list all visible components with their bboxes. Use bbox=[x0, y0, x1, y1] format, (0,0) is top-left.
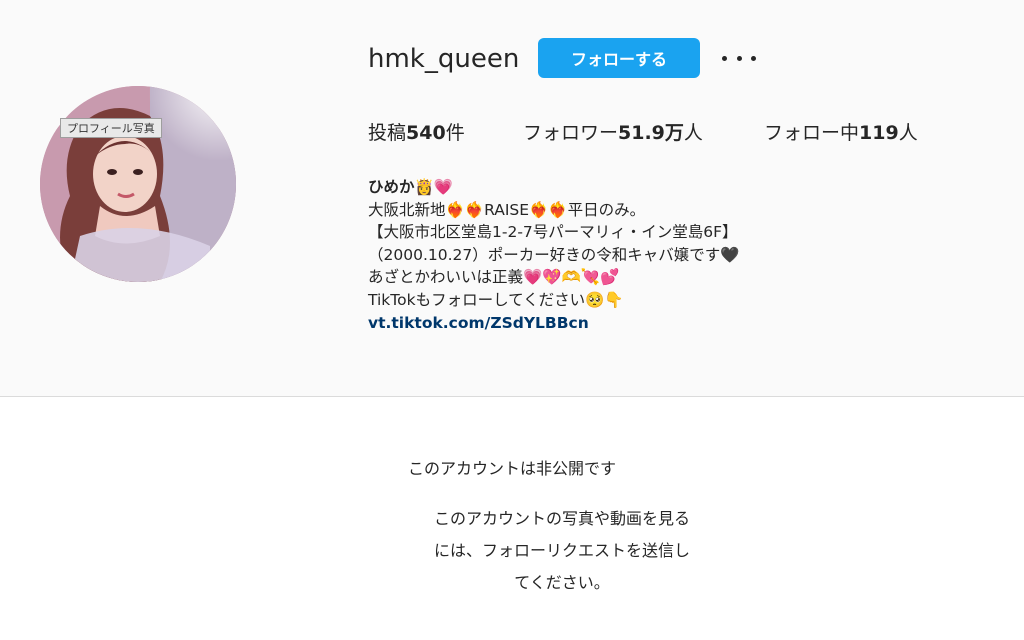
dot-icon bbox=[736, 55, 742, 61]
following-count[interactable]: フォロー中119人 bbox=[764, 118, 918, 145]
private-notice-line: には、フォローリクエストを送信し bbox=[433, 541, 690, 560]
bio-line: あざとかわいいは正義💗💖🫶💘💕 bbox=[368, 268, 620, 287]
posts-value: 540 bbox=[406, 122, 446, 144]
posts-label: 投稿 bbox=[368, 122, 407, 144]
more-options-icon[interactable] bbox=[722, 48, 756, 68]
avatar-photo bbox=[40, 86, 236, 282]
followers-label: フォロワー bbox=[523, 122, 619, 144]
follow-button[interactable]: フォローする bbox=[538, 38, 700, 78]
following-unit: 人 bbox=[898, 122, 918, 144]
bio-link[interactable]: vt.tiktok.com/ZSdYLBBcn bbox=[368, 312, 740, 335]
bio-line: （2000.10.27）ポーカー好きの令和キャバ嬢です🖤 bbox=[368, 245, 740, 264]
followers-unit: 人 bbox=[683, 122, 703, 144]
following-label: フォロー中 bbox=[764, 122, 860, 144]
posts-count: 投稿540件 bbox=[368, 118, 465, 145]
private-notice-line: このアカウントの写真や動画を見る bbox=[433, 509, 690, 528]
username: hmk_queen bbox=[368, 44, 520, 74]
bio-line: 大阪北新地❤️‍🔥❤️‍🔥RAISE❤️‍🔥❤️‍🔥平日のみ。 bbox=[368, 200, 646, 219]
profile-bio: ひめか👸💗 大阪北新地❤️‍🔥❤️‍🔥RAISE❤️‍🔥❤️‍🔥平日のみ。 【大… bbox=[368, 176, 740, 334]
private-notice-description: このアカウントの写真や動画を見る には、フォローリクエストを送信し てください。 bbox=[412, 503, 712, 599]
avatar-tooltip: プロフィール写真 bbox=[60, 118, 162, 138]
following-value: 119 bbox=[859, 122, 899, 144]
followers-count[interactable]: フォロワー51.9万人 bbox=[523, 118, 703, 145]
private-notice-line: てください。 bbox=[514, 573, 610, 592]
bio-line: TikTokもフォローしてください🥺👇 bbox=[368, 290, 624, 309]
followers-value: 51.9万 bbox=[618, 122, 684, 144]
dot-icon bbox=[751, 55, 756, 61]
posts-unit: 件 bbox=[445, 122, 465, 144]
display-name: ひめか👸💗 bbox=[368, 178, 454, 196]
profile-avatar[interactable] bbox=[40, 86, 236, 282]
dot-icon bbox=[722, 55, 727, 61]
private-notice-title: このアカウントは非公開です bbox=[407, 459, 616, 478]
bio-line: 【大阪市北区堂島1-2-7号パーマリィ・イン堂島6F】 bbox=[368, 223, 738, 242]
